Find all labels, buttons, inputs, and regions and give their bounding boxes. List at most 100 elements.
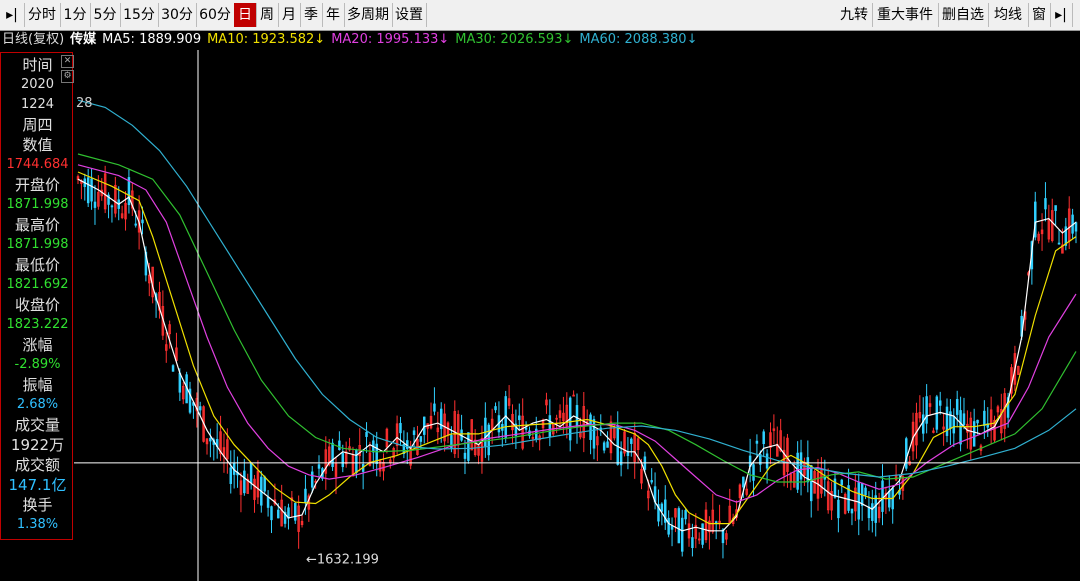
candle-body (701, 523, 704, 545)
candle-body (976, 419, 979, 424)
candle-body (857, 481, 860, 520)
info-field-19: 1922万 (10, 436, 65, 454)
info-field-17: 2.68% (16, 397, 59, 412)
toolbar-button-0[interactable]: ▸| (0, 3, 25, 27)
toolbar-button-13[interactable]: 设置 (392, 3, 427, 27)
toolbar-button-10[interactable]: 季 (300, 3, 323, 27)
candle-body (90, 178, 93, 202)
candle-body (317, 464, 321, 469)
toolbar-button-4[interactable]: 15分 (120, 3, 159, 27)
candle-body (925, 396, 928, 424)
candle-body (616, 425, 619, 465)
candle-body (867, 506, 871, 519)
legend-index-name: 传媒 (70, 32, 97, 47)
info-field-9: 1871.998 (6, 237, 69, 252)
candle-body (304, 488, 307, 503)
toolbar-button-9[interactable]: 月 (278, 3, 301, 27)
candle-body (467, 432, 470, 461)
candle-body (535, 428, 538, 440)
info-field-2: 1224 (20, 97, 55, 112)
candle-body (677, 508, 681, 544)
candle-body (837, 499, 840, 519)
candle-body (575, 405, 579, 428)
candle-body (691, 537, 694, 549)
candle-body (874, 495, 877, 523)
toolbar-right-button-5[interactable]: ▸| (1050, 3, 1073, 27)
toolbar-button-7[interactable]: 日 (234, 3, 257, 27)
candle-body (141, 219, 144, 224)
chart-toolbar: ▸| 分时 1分 5分 15分 30分 60分日周月季年多周期 设置 九转 重大事件 删自选 均线窗 ▸… (0, 0, 1080, 31)
candle-body (589, 414, 592, 440)
candle-body (721, 529, 725, 544)
legend-item-4: MA60: 2088.380↓ (579, 32, 698, 47)
candle-body (86, 177, 90, 204)
info-field-10: 最低价 (14, 256, 60, 274)
candle-body (667, 517, 670, 535)
info-field-21: 147.1亿 (8, 476, 67, 494)
toolbar-button-1[interactable]: 分时 (24, 3, 61, 27)
candle-body (962, 413, 966, 426)
info-field-23: 1.38% (16, 517, 59, 532)
ma-line-ma5 (77, 178, 1077, 532)
info-field-18: 成交量 (14, 416, 60, 434)
candle-body (680, 517, 684, 552)
toolbar-button-5[interactable]: 30分 (158, 3, 197, 27)
candle-body (134, 223, 137, 226)
legend-item-3: MA30: 2026.593↓ (455, 32, 574, 47)
candle-body (249, 463, 253, 484)
info-panel: ✕ ⚙ 时间 2020 1224 周四 数值 1744.684 开盘价 1871.998 最高价… (0, 52, 74, 540)
candle-body (110, 205, 114, 208)
toolbar-right-button-2[interactable]: 删自选 (938, 3, 989, 27)
candle-body (463, 452, 467, 459)
candle-body (765, 453, 769, 469)
toolbar-button-3[interactable]: 5分 (90, 3, 121, 27)
candle-body (938, 400, 942, 406)
candle-body (952, 416, 956, 434)
info-field-15: -2.89% (14, 357, 61, 372)
toolbar-button-8[interactable]: 周 (256, 3, 279, 27)
candle-body (650, 480, 653, 483)
candlestick-chart[interactable]: 28 ←1632.199 (74, 50, 1080, 581)
info-field-14: 涨幅 (22, 336, 53, 354)
candle-body (355, 449, 358, 474)
ma60-start-label: 28 (76, 96, 93, 111)
candle-body (921, 414, 925, 434)
toolbar-right-button-1[interactable]: 重大事件 (872, 3, 939, 27)
candle-body (809, 465, 813, 502)
candle-body (1054, 205, 1057, 211)
candle-body (266, 496, 270, 508)
info-field-5: 1744.684 (6, 157, 69, 172)
candle-body (548, 415, 552, 437)
toolbar-right-button-3[interactable]: 均线 (988, 3, 1029, 27)
toolbar-right-button-0[interactable]: 九转 (836, 3, 873, 27)
toolbar-button-2[interactable]: 1分 (60, 3, 91, 27)
toolbar-right-button-4[interactable]: 窗 (1028, 3, 1051, 27)
candle-body (524, 427, 528, 430)
candle-body (972, 421, 976, 447)
info-field-7: 1871.998 (6, 197, 69, 212)
candle-body (209, 437, 212, 442)
candle-body (433, 403, 436, 412)
toolbar-button-11[interactable]: 年 (322, 3, 345, 27)
candle-body (419, 436, 423, 442)
candle-body (602, 442, 606, 451)
info-field-16: 振幅 (22, 376, 53, 394)
toolbar-button-6[interactable]: 60分 (196, 3, 235, 27)
candle-body (270, 506, 273, 521)
legend-item-0: MA5: 1889.909 (102, 32, 202, 47)
legend-item-1: MA10: 1923.582↓ (207, 32, 326, 47)
candle-body (294, 502, 297, 521)
candle-body (888, 490, 891, 508)
candle-body (263, 476, 266, 492)
info-field-20: 成交额 (14, 456, 60, 474)
info-field-13: 1823.222 (6, 317, 69, 332)
candle-body (171, 365, 175, 372)
candle-body (178, 372, 182, 393)
toolbar-button-12[interactable]: 多周期 (344, 3, 393, 27)
legend-prefix: 日线(复权) (2, 32, 65, 47)
candle-body (606, 441, 609, 448)
candle-body (881, 480, 884, 512)
candle-body (850, 508, 854, 514)
candle-body (494, 406, 497, 411)
candle-body (365, 431, 368, 437)
